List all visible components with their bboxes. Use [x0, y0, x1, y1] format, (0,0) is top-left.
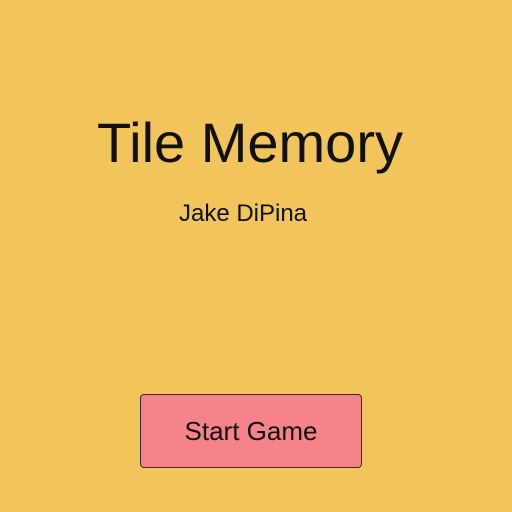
- start-game-button[interactable]: Start Game: [140, 394, 362, 468]
- author-credit: Jake DiPina: [178, 200, 308, 227]
- game-title: Tile Memory: [97, 111, 403, 174]
- title-screen: Tile Memory Jake DiPina Start Game: [0, 0, 512, 512]
